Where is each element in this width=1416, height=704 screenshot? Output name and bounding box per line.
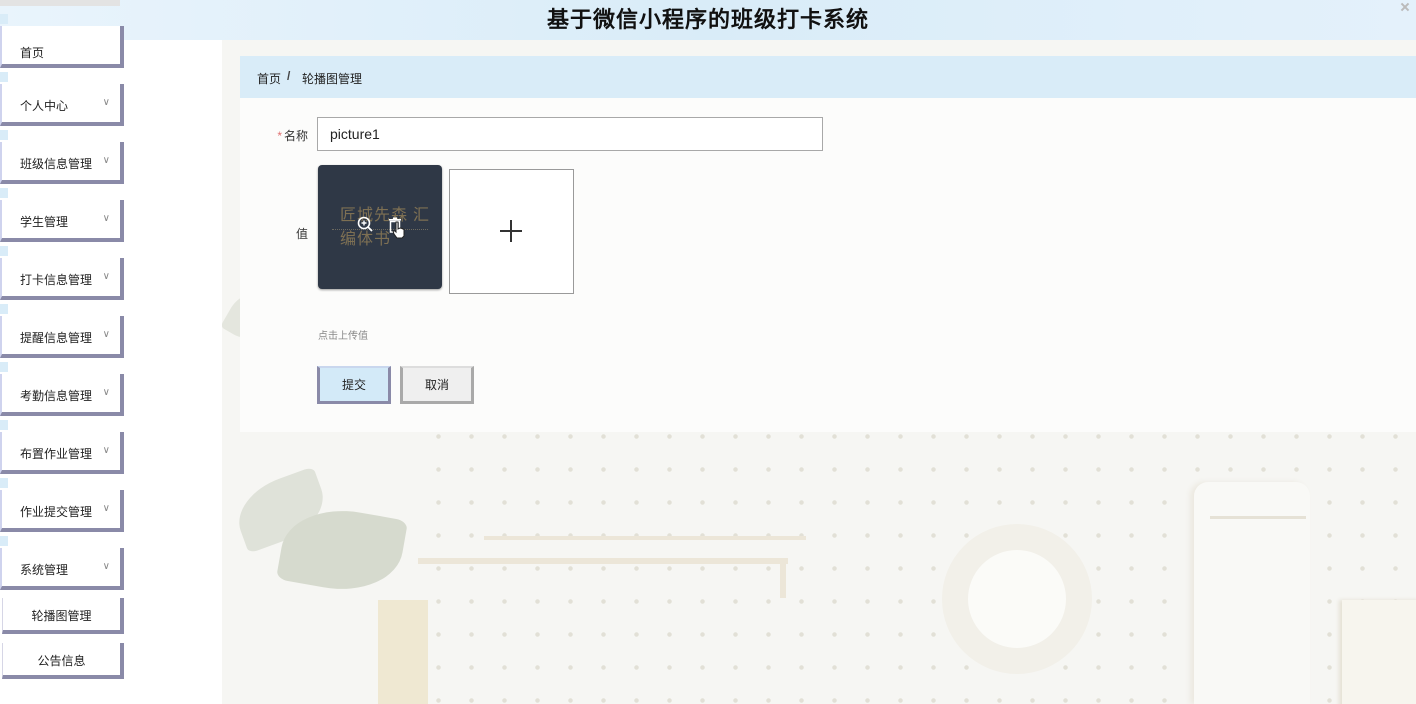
sidebar-item-class-info[interactable]: 班级信息管理 ∨ bbox=[0, 130, 124, 184]
sidebar: 首页 个人中心 ∨ 班级信息管理 ∨ 学生管理 ∨ 打卡信息管理 ∨ 提醒信息管… bbox=[0, 14, 222, 704]
hand-cursor-icon bbox=[392, 221, 405, 239]
sidebar-item-label: 提醒信息管理 bbox=[20, 331, 93, 345]
sidebar-item-assign-homework[interactable]: 布置作业管理 ∨ bbox=[0, 420, 124, 474]
breadcrumb-separator: / bbox=[287, 69, 291, 83]
top-header-bar: 基于微信小程序的班级打卡系统 bbox=[0, 0, 1416, 40]
box-decoration bbox=[378, 600, 428, 704]
sidebar-item-label: 首页 bbox=[20, 46, 45, 60]
sidebar-item-label: 考勤信息管理 bbox=[20, 389, 93, 403]
name-label: * 名称 bbox=[248, 127, 308, 144]
breadcrumb: 首页 / 轮播图管理 bbox=[240, 56, 1416, 98]
name-input[interactable] bbox=[317, 117, 823, 151]
chevron-down-icon: ∨ bbox=[102, 561, 110, 572]
breadcrumb-current: 轮播图管理 bbox=[302, 72, 363, 86]
sidebar-item-label: 学生管理 bbox=[20, 215, 69, 229]
plus-icon bbox=[500, 220, 522, 242]
sidebar-item-students[interactable]: 学生管理 ∨ bbox=[0, 188, 124, 242]
sidebar-subitem-announcements[interactable]: 公告信息 bbox=[2, 643, 124, 679]
chevron-down-icon: ∨ bbox=[102, 387, 110, 398]
chevron-down-icon: ∨ bbox=[102, 271, 110, 282]
cylinder-line-decoration bbox=[1210, 516, 1306, 519]
sidebar-item-attendance[interactable]: 考勤信息管理 ∨ bbox=[0, 362, 124, 416]
app-title: 基于微信小程序的班级打卡系统 bbox=[546, 7, 869, 32]
sidebar-item-label: 打卡信息管理 bbox=[20, 273, 93, 287]
chevron-down-icon: ∨ bbox=[102, 445, 110, 456]
chevron-down-icon: ∨ bbox=[102, 213, 110, 224]
chevron-down-icon: ∨ bbox=[102, 503, 110, 514]
main-panel: 首页 / 轮播图管理 *名称 值 匠城先森 汇编体书 点击上传值 提交 取消 bbox=[240, 56, 1416, 432]
shelf-decoration bbox=[780, 558, 786, 598]
sidebar-item-home[interactable]: 首页 bbox=[0, 14, 124, 68]
sidebar-item-label: 班级信息管理 bbox=[20, 157, 93, 171]
sidebar-item-personal-center[interactable]: 个人中心 ∨ bbox=[0, 72, 124, 126]
sidebar-item-label: 个人中心 bbox=[20, 99, 69, 113]
sidebar-item-label: 布置作业管理 bbox=[20, 447, 93, 461]
chevron-down-icon: ∨ bbox=[102, 97, 110, 108]
close-icon[interactable] bbox=[1400, 2, 1410, 12]
chevron-down-icon: ∨ bbox=[102, 329, 110, 340]
cancel-button[interactable]: 取消 bbox=[400, 366, 474, 404]
thumbnail-subline bbox=[332, 229, 428, 233]
upload-area[interactable] bbox=[449, 169, 574, 294]
sidebar-item-system[interactable]: 系统管理 ∨ bbox=[0, 536, 124, 590]
name-label-text: 名称 bbox=[283, 129, 308, 143]
shelf-decoration bbox=[484, 536, 806, 540]
zoom-in-icon[interactable] bbox=[357, 216, 373, 232]
sidebar-subitem-carousel[interactable]: 轮播图管理 bbox=[2, 598, 124, 634]
sidebar-item-checkin-info[interactable]: 打卡信息管理 ∨ bbox=[0, 246, 124, 300]
sidebar-item-homework-submission[interactable]: 作业提交管理 ∨ bbox=[0, 478, 124, 532]
sidebar-item-label: 作业提交管理 bbox=[20, 505, 93, 519]
uploaded-image-thumbnail[interactable]: 匠城先森 汇编体书 bbox=[318, 165, 442, 289]
breadcrumb-home[interactable]: 首页 bbox=[257, 70, 281, 87]
ring-decoration bbox=[942, 524, 1092, 674]
chevron-down-icon: ∨ bbox=[102, 155, 110, 166]
submit-button[interactable]: 提交 bbox=[317, 366, 391, 404]
required-mark: * bbox=[277, 129, 282, 143]
sidebar-item-label: 系统管理 bbox=[20, 563, 69, 577]
sidebar-item-reminders[interactable]: 提醒信息管理 ∨ bbox=[0, 304, 124, 358]
shelf-decoration bbox=[418, 558, 788, 564]
value-label: 值 bbox=[295, 227, 308, 241]
block-decoration bbox=[1342, 600, 1416, 704]
upload-hint: 点击上传值 bbox=[318, 331, 368, 342]
